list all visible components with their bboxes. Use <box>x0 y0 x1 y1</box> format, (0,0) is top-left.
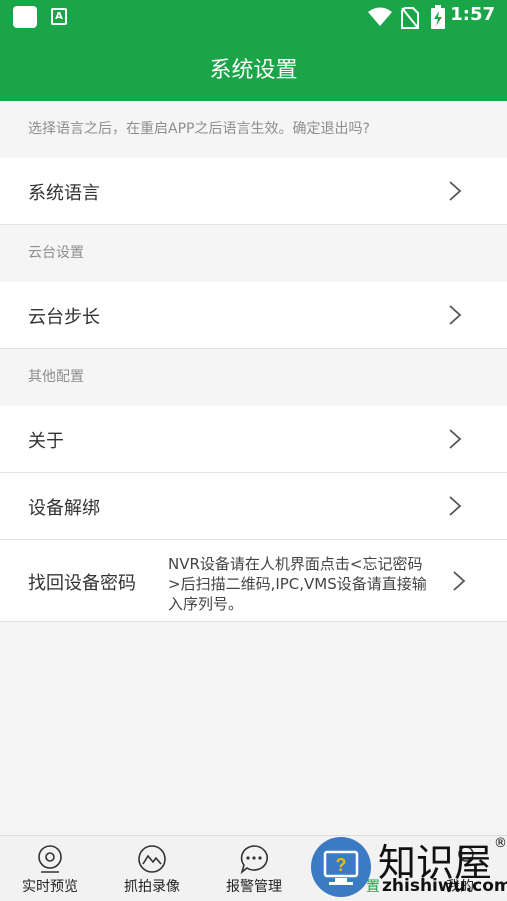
row-label: 关于 <box>28 431 64 452</box>
nav-snapshot-record[interactable]: 抓拍录像 <box>102 836 202 901</box>
row-system-language[interactable]: 系统语言 <box>0 158 507 225</box>
row-description: NVR设备请在人机界面点击<忘记密码>后扫描二维码,IPC,VMS设备请直接输入… <box>168 555 427 613</box>
battery-charging-icon <box>431 5 445 29</box>
row-about[interactable]: 关于 <box>0 406 507 473</box>
row-label: 云台步长 <box>28 307 100 328</box>
chat-bubble-icon <box>240 845 268 874</box>
row-label: 设备解绑 <box>28 498 100 519</box>
row-device-unbind[interactable]: 设备解绑 <box>0 473 507 540</box>
page-title: 系统设置 <box>209 58 298 83</box>
nav-label: 报警管理 <box>226 879 282 895</box>
row-label: 找回设备密码 <box>28 573 136 594</box>
notification-icon: A <box>51 8 67 25</box>
row-recover-password[interactable]: 找回设备密码 NVR设备请在人机界面点击<忘记密码>后扫描二维码,IPC,VMS… <box>0 540 507 622</box>
nav-alarm-management[interactable]: 报警管理 <box>204 836 304 901</box>
chevron-right-icon <box>449 429 462 449</box>
picture-icon <box>138 845 166 873</box>
nav-live-preview[interactable]: 实时预览 <box>0 836 100 901</box>
row-label: 系统语言 <box>28 183 100 204</box>
chevron-right-icon <box>449 305 462 325</box>
no-sim-icon <box>401 7 419 29</box>
watermark-logo: ? 知识屋 ® zhishiwu.com <box>310 834 507 901</box>
section-header-other: 其他配置 <box>28 369 84 385</box>
watermark-mark: ® <box>494 836 507 851</box>
status-time: 1:57 <box>450 4 495 25</box>
app-icon <box>13 6 37 28</box>
chevron-right-icon <box>449 496 462 516</box>
section-header-ptz: 云台设置 <box>28 245 84 261</box>
chevron-right-icon <box>453 571 466 591</box>
status-bar: A 1:57 <box>0 0 507 34</box>
wifi-icon <box>368 7 392 26</box>
camera-lens-icon <box>38 845 62 873</box>
svg-text:?: ? <box>336 855 347 875</box>
row-ptz-step[interactable]: 云台步长 <box>0 282 507 349</box>
nav-label: 抓拍录像 <box>124 879 180 895</box>
chevron-right-icon <box>449 181 462 201</box>
app-bar: 系统设置 <box>0 34 507 101</box>
language-hint: 选择语言之后，在重启APP之后语言生效。确定退出吗? <box>28 121 370 137</box>
nav-label: 实时预览 <box>22 879 78 895</box>
watermark-subtext: zhishiwu.com <box>382 876 507 896</box>
